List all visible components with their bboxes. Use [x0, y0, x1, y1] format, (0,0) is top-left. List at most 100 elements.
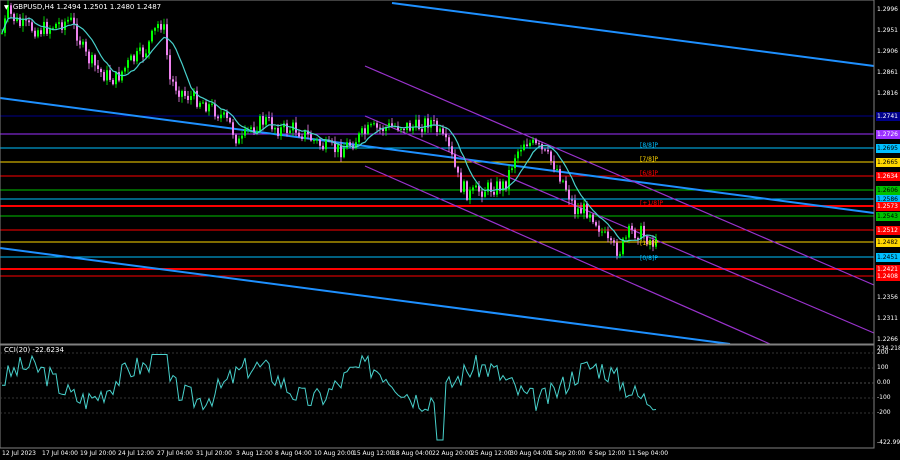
dropdown-triangle-icon[interactable]: ▼ — [4, 4, 9, 11]
candle-body — [226, 112, 228, 119]
candle-body — [112, 79, 114, 85]
candle-body — [619, 254, 621, 256]
candle-body — [364, 128, 366, 134]
candle-body — [301, 136, 303, 139]
candle-body — [553, 161, 555, 170]
cci-axis-label: -422.9958 — [877, 439, 900, 446]
price-level-box: 1.2741 — [876, 112, 900, 121]
price-level-box: 1.2606 — [876, 186, 900, 195]
time-axis-label: 27 Jul 04:00 — [157, 450, 193, 457]
candle-body — [373, 123, 375, 125]
candle-body — [187, 95, 189, 101]
lower-trend-line — [0, 247, 731, 345]
candle-body — [343, 148, 345, 158]
candle-body — [100, 69, 102, 73]
candle-body — [520, 150, 522, 152]
candle-body — [184, 91, 186, 96]
candle-body — [130, 55, 132, 61]
candle-body — [292, 122, 294, 131]
candle-body — [55, 23, 57, 29]
cci-pane-border — [0, 344, 875, 449]
candle-body — [190, 96, 192, 101]
time-axis-label: 6 Sep 12:00 — [589, 450, 626, 457]
candle-body — [367, 124, 369, 134]
price-level-box: 1.2634 — [876, 172, 900, 181]
time-axis-label: 24 Jul 12:00 — [118, 450, 154, 457]
candle-body — [244, 128, 246, 136]
candle-body — [607, 231, 609, 239]
candle-body — [256, 131, 258, 133]
symbol-label: GBPUSD,H4 — [12, 3, 55, 11]
candle-body — [91, 55, 93, 64]
candle-body — [289, 130, 291, 133]
candle-body — [592, 214, 594, 223]
candle-body — [115, 72, 117, 85]
murray-tag: [6/8]P — [640, 170, 658, 177]
price-chart-canvas[interactable] — [0, 0, 900, 460]
candle-body — [598, 225, 600, 232]
candle-body — [565, 180, 567, 190]
candle-body — [475, 185, 477, 188]
price-axis-label: 1.2906 — [877, 48, 898, 55]
candle-body — [175, 81, 177, 91]
candle-body — [154, 28, 156, 31]
price-axis-label: 1.2356 — [877, 294, 898, 301]
murray-tag: [1/8]P — [640, 240, 658, 247]
candle-body — [361, 128, 363, 134]
candle-body — [601, 231, 603, 233]
candle-body — [643, 225, 645, 237]
price-level-box: 1.2695 — [876, 144, 900, 153]
cci-indicator-pane — [0, 352, 874, 441]
candlestick-series — [1, 0, 657, 260]
candle-body — [82, 41, 84, 45]
price-level-box: 1.2543 — [876, 212, 900, 221]
candle-body — [370, 124, 372, 126]
candle-body — [13, 13, 15, 22]
candle-body — [1, 32, 3, 34]
candle-body — [358, 133, 360, 143]
time-axis-label: 19 Jul 20:00 — [80, 450, 116, 457]
price-axis-label: 1.2266 — [877, 336, 898, 343]
candle-body — [547, 149, 549, 152]
candle-body — [562, 180, 564, 182]
candle-body — [103, 72, 105, 81]
time-axis-label: 30 Aug 04:00 — [510, 450, 551, 457]
time-axis-label: 31 Jul 20:00 — [196, 450, 232, 457]
candle-body — [571, 199, 573, 201]
candle-body — [442, 128, 444, 134]
candle-body — [535, 139, 537, 144]
candle-body — [541, 144, 543, 150]
candle-body — [172, 79, 174, 82]
time-axis-label: 18 Aug 04:00 — [392, 450, 433, 457]
candle-body — [277, 128, 279, 137]
price-level-box: 1.2573 — [876, 202, 900, 211]
murray-tag: [+1/8]P — [640, 200, 663, 207]
candle-body — [166, 24, 168, 56]
upper-trend-line — [391, 2, 875, 67]
price-level-box: 1.2408 — [876, 272, 900, 281]
price-level-box: 1.2665 — [876, 158, 900, 167]
candle-body — [253, 127, 255, 133]
time-axis-label: 17 Jul 04:00 — [42, 450, 78, 457]
candle-body — [208, 104, 210, 112]
price-level-box: 1.2451 — [876, 253, 900, 262]
candle-body — [217, 116, 219, 119]
candle-body — [514, 158, 516, 169]
candle-body — [70, 17, 72, 20]
candle-body — [286, 123, 288, 133]
candle-body — [106, 70, 108, 81]
candle-body — [463, 181, 465, 192]
candle-body — [496, 181, 498, 195]
candle-body — [568, 189, 570, 200]
candle-body — [58, 22, 60, 24]
candle-body — [238, 138, 240, 144]
candle-body — [268, 117, 270, 119]
candle-body — [376, 123, 378, 128]
time-axis-label: 1 Sep 20:00 — [549, 450, 586, 457]
candle-body — [550, 151, 552, 162]
price-axis-label: 1.2311 — [877, 315, 898, 322]
candle-body — [43, 21, 45, 35]
candle-body — [484, 191, 486, 197]
candle-body — [37, 30, 39, 37]
candle-body — [262, 116, 264, 125]
